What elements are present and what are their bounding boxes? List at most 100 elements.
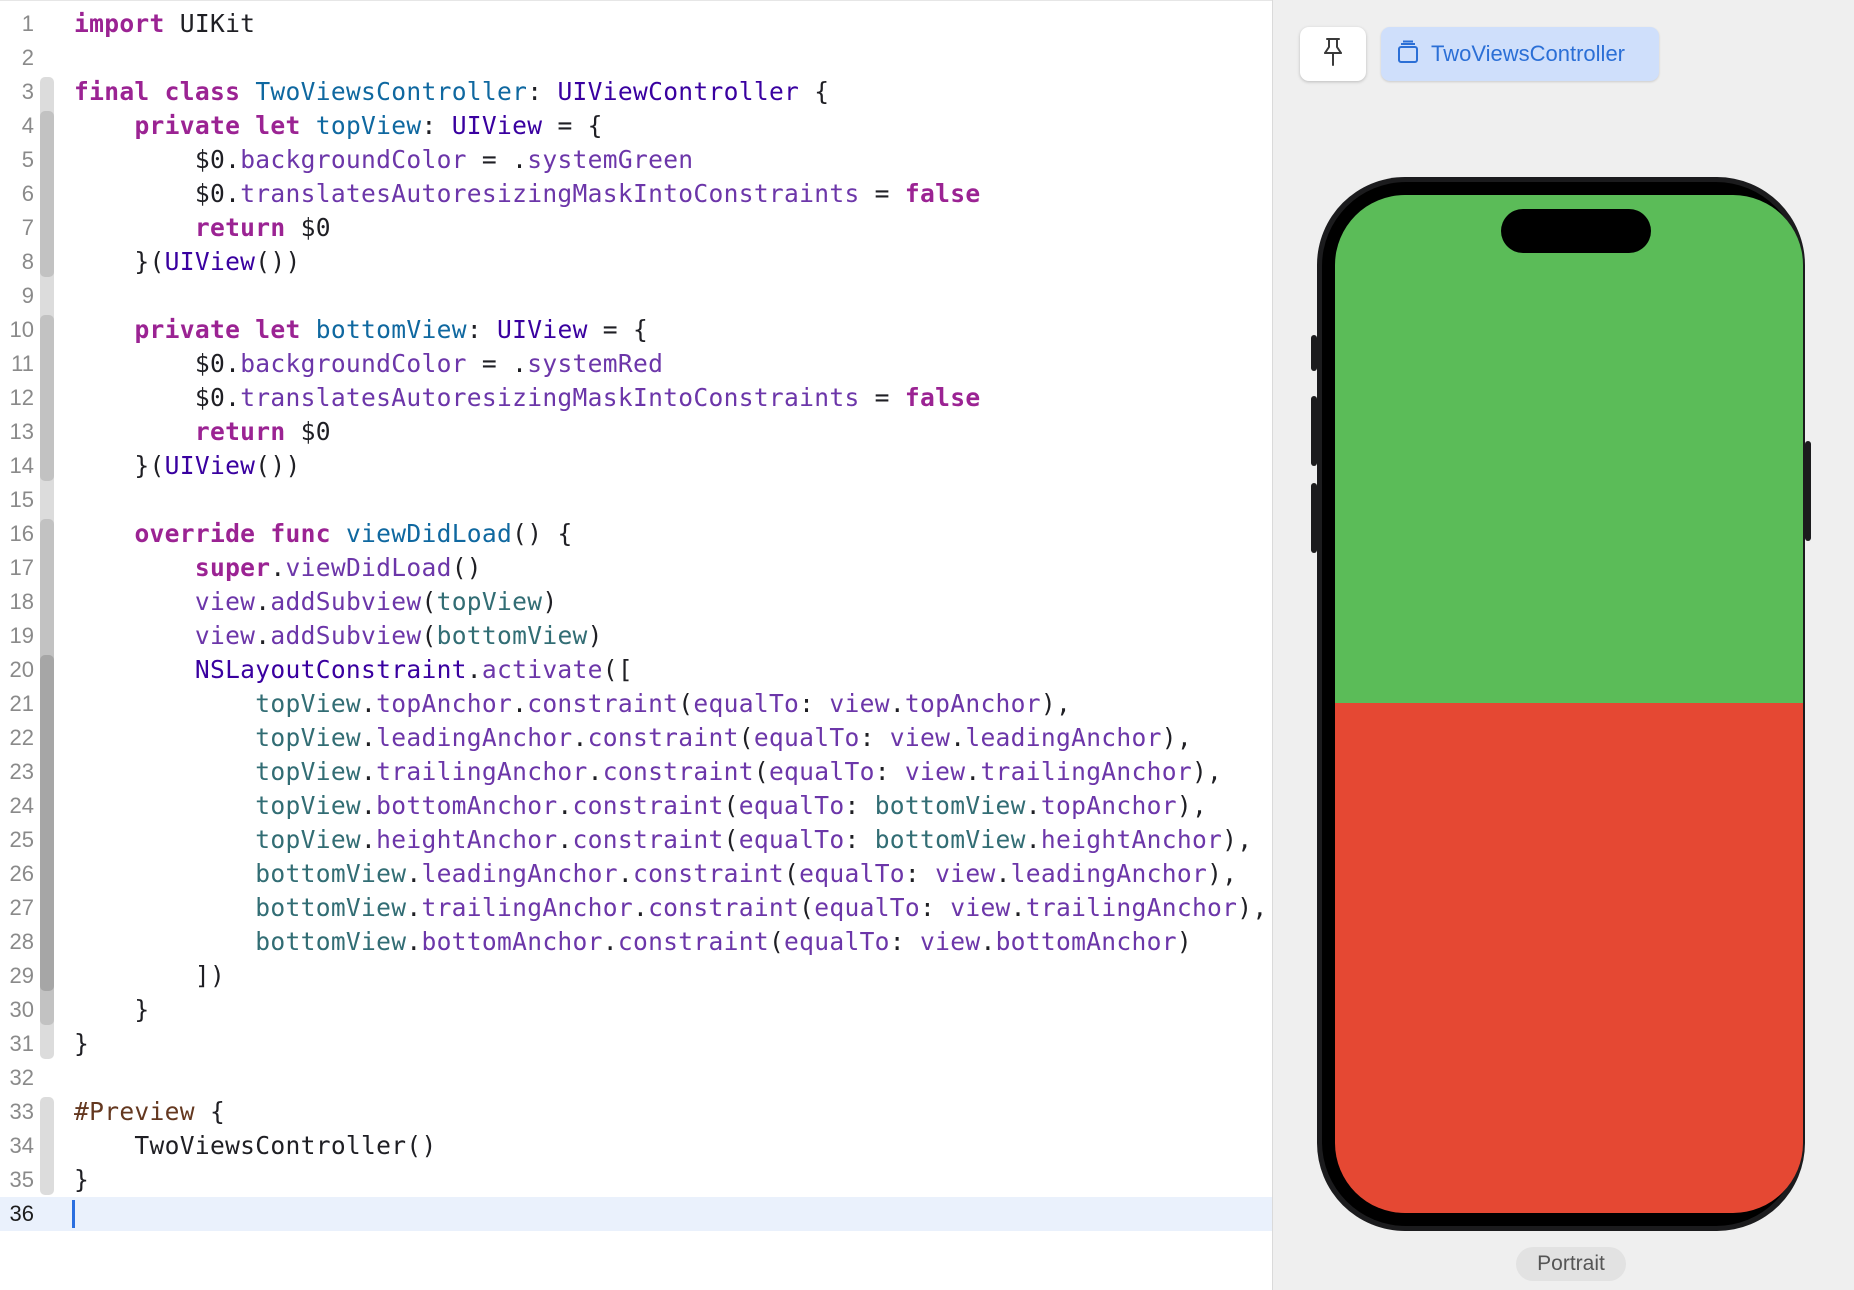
code-token: ( [421, 621, 437, 650]
code-line[interactable]: 2 [0, 41, 1272, 75]
code-token: = . [466, 349, 528, 378]
code-token: view [950, 893, 1011, 922]
code-line[interactable]: 34 TwoViewsController() [0, 1129, 1272, 1163]
code-line[interactable]: 36 [0, 1197, 1272, 1231]
code-token: . [255, 621, 271, 650]
code-token: topAnchor [376, 689, 513, 718]
code-line[interactable]: 27 bottomView.trailingAnchor.constraint(… [0, 891, 1272, 925]
code-line[interactable]: 29 ]) [0, 959, 1272, 993]
code-line[interactable]: 32 [0, 1061, 1272, 1095]
code-token: . [406, 859, 422, 888]
code-line[interactable]: 35} [0, 1163, 1272, 1197]
code-token: return [194, 213, 286, 242]
view-controller-icon [1397, 40, 1419, 68]
code-line[interactable]: 28 bottomView.bottomAnchor.constraint(eq… [0, 925, 1272, 959]
code-token: () { [512, 519, 573, 548]
code-line[interactable]: 25 topView.heightAnchor.constraint(equal… [0, 823, 1272, 857]
line-number: 8 [21, 249, 34, 274]
action-button [1311, 335, 1317, 371]
code-line[interactable]: 31} [0, 1027, 1272, 1061]
code-token: topView [255, 689, 362, 718]
code-token: ()) [255, 451, 301, 480]
code-token: func [270, 519, 331, 548]
code-token: $0. [74, 145, 241, 174]
code-line[interactable]: 30 } [0, 993, 1272, 1027]
code-line[interactable]: 17 super.viewDidLoad() [0, 551, 1272, 585]
code-token: return [194, 417, 286, 446]
code-token: ( [768, 927, 785, 956]
code-token: . [255, 587, 271, 616]
line-number: 18 [9, 589, 34, 614]
code-line[interactable]: 20 NSLayoutConstraint.activate([ [0, 653, 1272, 687]
code-line[interactable]: 9 [0, 279, 1272, 313]
code-text: bottomView.trailingAnchor.constraint(equ… [74, 891, 1268, 925]
code-line[interactable]: 12 $0.translatesAutoresizingMaskIntoCons… [0, 381, 1272, 415]
code-token: TwoViewsController [255, 77, 528, 106]
code-token: UIView [164, 247, 256, 276]
device-frame [1311, 177, 1811, 1231]
code-line[interactable]: 19 view.addSubview(bottomView) [0, 619, 1272, 653]
code-token: view [889, 723, 951, 752]
code-token: constraint [572, 791, 724, 820]
orientation-label[interactable]: Portrait [1516, 1247, 1626, 1281]
code-line[interactable]: 10 private let bottomView: UIView = { [0, 313, 1272, 347]
code-token: topAnchor [1040, 791, 1177, 820]
code-line[interactable]: 18 view.addSubview(topView) [0, 585, 1272, 619]
code-token: . [361, 757, 377, 786]
code-text: private let bottomView: UIView = { [74, 313, 648, 347]
code-line[interactable]: 14 }(UIView()) [0, 449, 1272, 483]
code-line[interactable]: 33 #Preview { [0, 1095, 1272, 1129]
code-text: $0.backgroundColor = .systemGreen [74, 143, 693, 177]
line-number: 27 [9, 895, 34, 920]
line-number: 5 [21, 147, 34, 172]
code-token: ( [753, 757, 769, 786]
code-line[interactable]: 24 topView.bottomAnchor.constraint(equal… [0, 789, 1272, 823]
code-token: view [194, 587, 256, 616]
pin-preview-button[interactable] [1300, 27, 1366, 81]
code-token: ( [421, 587, 437, 616]
code-line[interactable]: 15 [0, 483, 1272, 517]
code-token: ), [1191, 757, 1223, 786]
code-text: } [74, 993, 150, 1027]
code-line[interactable]: 4 private let topView: UIView = { [0, 109, 1272, 143]
code-token: import [74, 9, 165, 38]
code-line[interactable]: 5 $0.backgroundColor = .systemGreen [0, 143, 1272, 177]
preview-selector-chip[interactable]: TwoViewsController [1381, 27, 1659, 81]
code-text: topView.bottomAnchor.constraint(equalTo:… [74, 789, 1207, 823]
line-number: 14 [9, 453, 34, 478]
code-line[interactable]: 3 final class TwoViewsController: UIViewC… [0, 75, 1272, 109]
code-token: TwoViewsController() [74, 1131, 437, 1160]
code-token: systemGreen [527, 145, 694, 174]
code-line[interactable]: 11 $0.backgroundColor = .systemRed [0, 347, 1272, 381]
code-line[interactable]: 1 import UIKit [0, 7, 1272, 41]
code-text: $0.backgroundColor = .systemRed [74, 347, 663, 381]
code-token: }( [74, 247, 165, 276]
code-token: override [134, 519, 256, 548]
code-line[interactable]: 8 }(UIView()) [0, 245, 1272, 279]
code-token: = [859, 179, 905, 208]
code-line[interactable]: 7 return $0 [0, 211, 1272, 245]
line-number: 17 [9, 555, 34, 580]
code-token: private [134, 111, 241, 140]
code-line[interactable]: 21 topView.topAnchor.constraint(equalTo:… [0, 687, 1272, 721]
code-line[interactable]: 13 return $0 [0, 415, 1272, 449]
code-token: topView [436, 587, 543, 616]
source-editor[interactable]: 1 import UIKit 2 3 final class TwoViewsContr… [0, 0, 1272, 1290]
code-token: ) [542, 587, 558, 616]
code-token: equalTo [693, 689, 800, 718]
code-token: viewDidLoad [285, 553, 452, 582]
code-line[interactable]: 22 topView.leadingAnchor.constraint(equa… [0, 721, 1272, 755]
code-token: . [557, 791, 573, 820]
code-token: topView [255, 757, 362, 786]
code-line[interactable]: 16 override func viewDidLoad() { [0, 517, 1272, 551]
code-line[interactable]: 26 bottomView.leadingAnchor.constraint(e… [0, 857, 1272, 891]
code-line[interactable]: 23 topView.trailingAnchor.constraint(equ… [0, 755, 1272, 789]
code-line[interactable]: 6 $0.translatesAutoresizingMaskIntoConst… [0, 177, 1272, 211]
line-number: 12 [9, 385, 34, 410]
code-token: ]) [74, 961, 226, 990]
